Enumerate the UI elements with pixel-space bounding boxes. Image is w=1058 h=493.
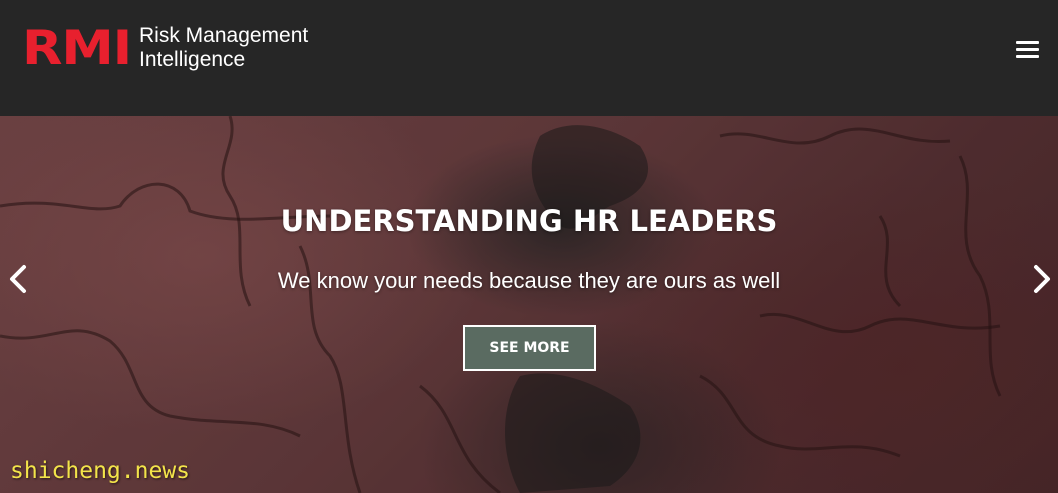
site-header: RMI Risk Management Intelligence [0,0,1058,116]
logo-text: Risk Management Intelligence [139,24,308,72]
see-more-button[interactable]: SEE MORE [463,325,596,371]
hamburger-menu-icon[interactable] [1016,36,1046,62]
hero-overlay [0,116,1058,493]
chevron-left-icon[interactable] [6,261,30,297]
hero-subtitle: We know your needs because they are ours… [277,268,781,293]
logo-line-1: Risk Management [139,24,309,47]
logo-mark: RMI [22,20,132,76]
logo[interactable]: RMI Risk Management Intelligence [22,24,308,72]
hero-carousel: UNDERSTANDING HR LEADERS We know your ne… [0,116,1058,493]
logo-line-2: Intelligence [139,48,246,71]
chevron-right-icon[interactable] [1030,261,1054,297]
hero-title: UNDERSTANDING HR LEADERS [280,204,778,238]
watermark-text: shicheng.news [10,458,191,484]
